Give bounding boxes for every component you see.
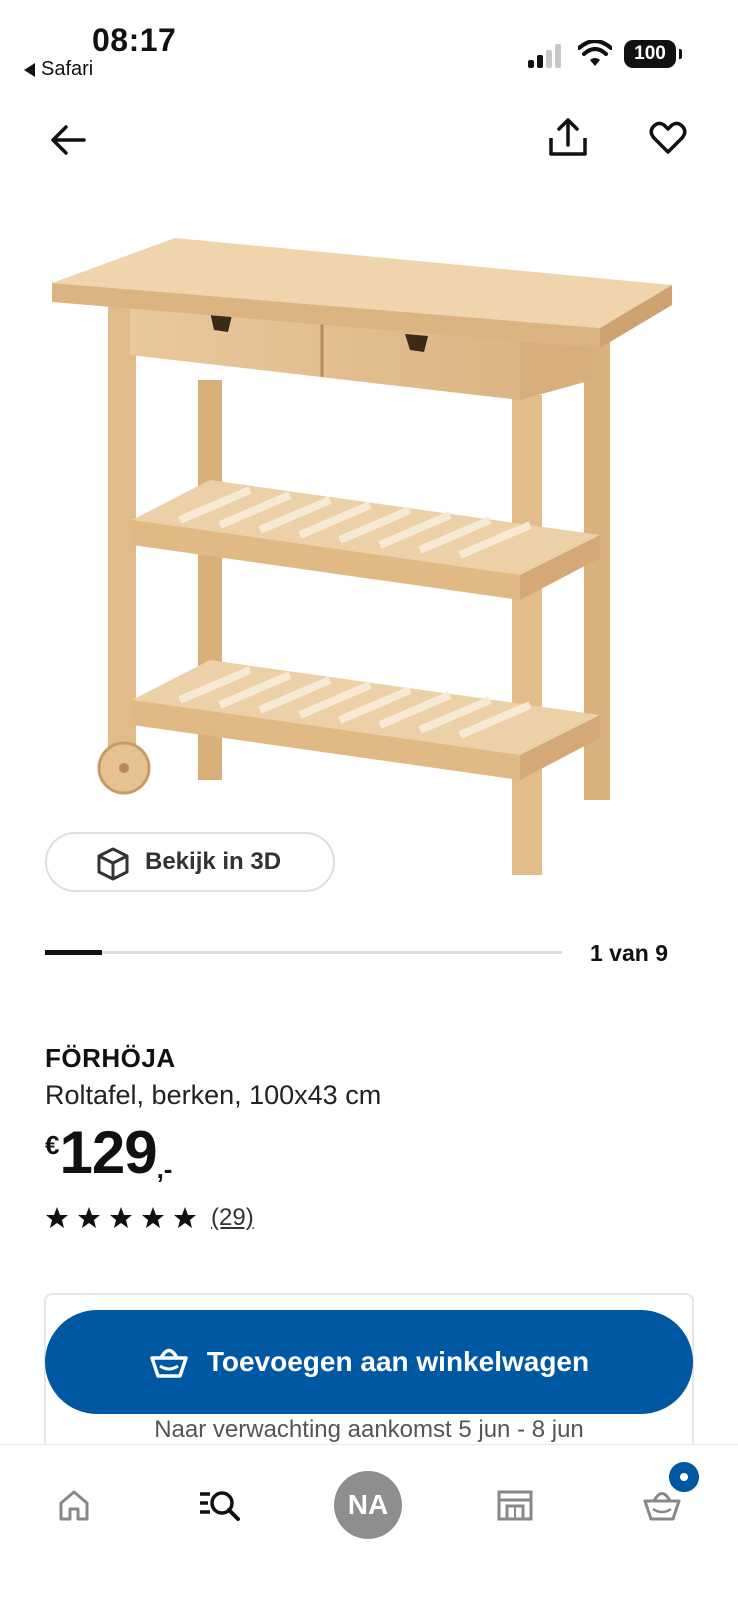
- tab-home[interactable]: [34, 1465, 114, 1545]
- basket-icon: [150, 1348, 188, 1378]
- share-button[interactable]: [542, 112, 594, 164]
- back-button[interactable]: [42, 114, 94, 166]
- view-in-3d-button[interactable]: Bekijk in 3D: [45, 832, 335, 892]
- rating-stars: [45, 1206, 197, 1230]
- tab-store[interactable]: [475, 1465, 555, 1545]
- wifi-icon: [578, 40, 612, 66]
- store-icon: [497, 1490, 533, 1521]
- star-icon: [78, 1207, 100, 1228]
- price-amount: 129: [59, 1119, 157, 1186]
- bottom-tab-bar: NA: [0, 1444, 738, 1600]
- view-in-3d-label: Bekijk in 3D: [145, 848, 282, 875]
- back-triangle-icon: [24, 62, 35, 77]
- rating-count-link[interactable]: (29): [211, 1204, 254, 1232]
- status-time: 08:17: [92, 22, 177, 58]
- avatar: NA: [334, 1471, 402, 1539]
- heart-icon: [649, 121, 687, 154]
- gallery-progress: [45, 950, 562, 955]
- battery-level: 100: [634, 43, 666, 64]
- back-to-safari[interactable]: Safari: [24, 58, 93, 81]
- product-description: Roltafel, berken, 100x43 cm: [45, 1080, 382, 1110]
- delivery-estimate: Naar verwachting aankomst 5 jun - 8 jun: [154, 1416, 584, 1443]
- search-list-icon: [200, 1491, 240, 1521]
- star-icon: [174, 1207, 196, 1228]
- product-price: € 129 ,-: [45, 1120, 172, 1186]
- home-icon: [59, 1490, 89, 1521]
- add-to-cart-label: Toevoegen aan winkelwagen: [206, 1346, 590, 1377]
- favorite-button[interactable]: [642, 112, 694, 164]
- status-bar: 08:17 Safari 100: [0, 0, 738, 90]
- arrow-left-icon: [51, 125, 86, 155]
- product-rating[interactable]: (29): [45, 1204, 254, 1232]
- price-currency: €: [45, 1130, 60, 1160]
- product-image[interactable]: [40, 220, 700, 900]
- battery-icon: 100: [624, 40, 682, 68]
- product-name: FÖRHÖJA: [45, 1043, 176, 1073]
- tab-search[interactable]: [180, 1465, 260, 1545]
- price-decimals: ,-: [156, 1154, 173, 1184]
- back-app-label: Safari: [41, 58, 94, 80]
- gallery-counter: 1 van 9: [590, 940, 668, 966]
- tab-profile[interactable]: NA: [328, 1465, 408, 1545]
- cart-badge: [666, 1459, 702, 1495]
- add-to-cart-button[interactable]: Toevoegen aan winkelwagen: [45, 1310, 693, 1414]
- share-icon: [549, 118, 587, 156]
- cube-icon: [97, 847, 129, 881]
- gallery-progress-fill: [45, 950, 103, 955]
- star-icon: [110, 1207, 132, 1228]
- tab-cart[interactable]: [622, 1459, 702, 1545]
- star-icon: [46, 1207, 68, 1228]
- cellular-signal-icon: [528, 44, 561, 68]
- star-icon: [142, 1207, 164, 1228]
